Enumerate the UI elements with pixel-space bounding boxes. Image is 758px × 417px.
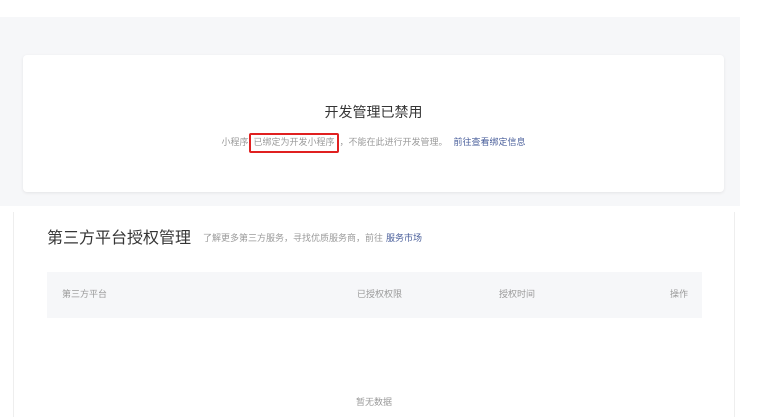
top-band: 开发管理已禁用 小程序 已绑定为开发小程序 ，不能在此进行开发管理。 前往查看绑定信息	[0, 17, 740, 206]
column-header-platform: 第三方平台	[62, 290, 108, 300]
column-header-actions: 操作	[669, 290, 688, 300]
auth-table-header: 第三方平台 已授权权限 授权时间 操作	[47, 272, 702, 318]
section-title: 第三方平台授权管理	[47, 228, 192, 247]
bound-dev-miniprogram-highlight: 已绑定为开发小程序	[249, 133, 339, 153]
section-description: 了解更多第三方服务，寻找优质服务商，前往 服务市场	[203, 233, 422, 245]
view-binding-info-link[interactable]: 前往查看绑定信息	[454, 138, 526, 148]
service-market-link[interactable]: 服务市场	[386, 234, 422, 244]
notice-desc-suffix: ，不能在此进行开发管理。	[339, 138, 448, 148]
third-party-auth-panel: 第三方平台授权管理 了解更多第三方服务，寻找优质服务商，前往 服务市场 第三方平台…	[13, 212, 735, 417]
dev-disabled-notice-card: 开发管理已禁用 小程序 已绑定为开发小程序 ，不能在此进行开发管理。 前往查看绑定信息	[23, 55, 724, 192]
notice-title: 开发管理已禁用	[324, 105, 423, 121]
column-header-permissions: 已授权权限	[357, 290, 403, 300]
column-header-auth-time: 授权时间	[499, 290, 536, 300]
section-desc-text: 了解更多第三方服务，寻找优质服务商，前往	[203, 234, 384, 244]
notice-description: 小程序 已绑定为开发小程序 ，不能在此进行开发管理。 前往查看绑定信息	[23, 133, 724, 153]
notice-desc-prefix: 小程序	[221, 138, 249, 148]
empty-state-text: 暂无数据	[355, 398, 392, 408]
